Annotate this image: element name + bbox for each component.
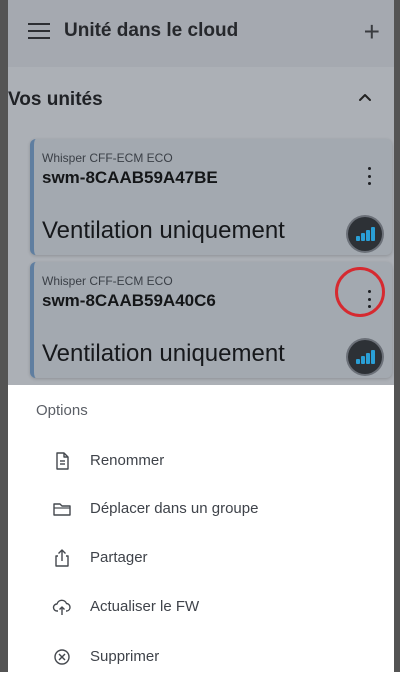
signal-strength-icon	[348, 340, 382, 374]
more-vertical-icon[interactable]	[366, 167, 372, 185]
option-rename[interactable]: Renommer	[8, 437, 394, 485]
right-edge-bar	[394, 0, 400, 672]
dimmed-content-area: Unité dans le cloud + Vos unités Whisper…	[8, 0, 394, 385]
close-circle-icon	[54, 649, 70, 665]
app-screen: Unité dans le cloud + Vos unités Whisper…	[0, 0, 400, 672]
options-sheet: Options Renommer Déplacer dans un groupe	[8, 385, 394, 672]
section-header[interactable]: Vos unités	[8, 75, 394, 125]
chevron-up-icon[interactable]	[356, 89, 374, 107]
device-model: Whisper CFF-ECM ECO	[42, 151, 173, 165]
cloud-upload-icon	[52, 599, 71, 615]
option-label: Partager	[90, 549, 148, 566]
option-label: Actualiser le FW	[90, 598, 200, 615]
share-icon	[55, 549, 69, 567]
option-update-firmware[interactable]: Actualiser le FW	[8, 583, 394, 631]
page-title: Unité dans le cloud	[64, 20, 239, 41]
device-card[interactable]: Whisper CFF-ECM ECO swm-8CAAB59A47BE Ven…	[30, 139, 392, 255]
device-mode: Ventilation uniquement	[42, 217, 285, 244]
option-label: Supprimer	[90, 648, 160, 665]
options-title: Options	[36, 402, 88, 419]
highlight-circle	[335, 267, 385, 317]
signal-strength-icon	[348, 217, 382, 251]
hamburger-menu-icon[interactable]	[28, 23, 50, 41]
device-mode: Ventilation uniquement	[42, 340, 285, 367]
device-model: Whisper CFF-ECM ECO	[42, 274, 173, 288]
app-header: Unité dans le cloud +	[8, 0, 394, 67]
device-id: swm-8CAAB59A47BE	[42, 168, 218, 187]
option-label: Déplacer dans un groupe	[90, 500, 259, 517]
option-share[interactable]: Partager	[8, 534, 394, 582]
option-move-to-group[interactable]: Déplacer dans un groupe	[8, 485, 394, 533]
plus-icon[interactable]: +	[364, 18, 380, 46]
option-delete[interactable]: Supprimer	[8, 633, 394, 681]
option-label: Renommer	[90, 452, 165, 469]
section-title: Vos unités	[8, 89, 103, 110]
document-icon	[56, 452, 69, 470]
device-id: swm-8CAAB59A40C6	[42, 291, 216, 310]
folder-icon	[53, 503, 71, 516]
left-edge-bar	[0, 0, 8, 672]
